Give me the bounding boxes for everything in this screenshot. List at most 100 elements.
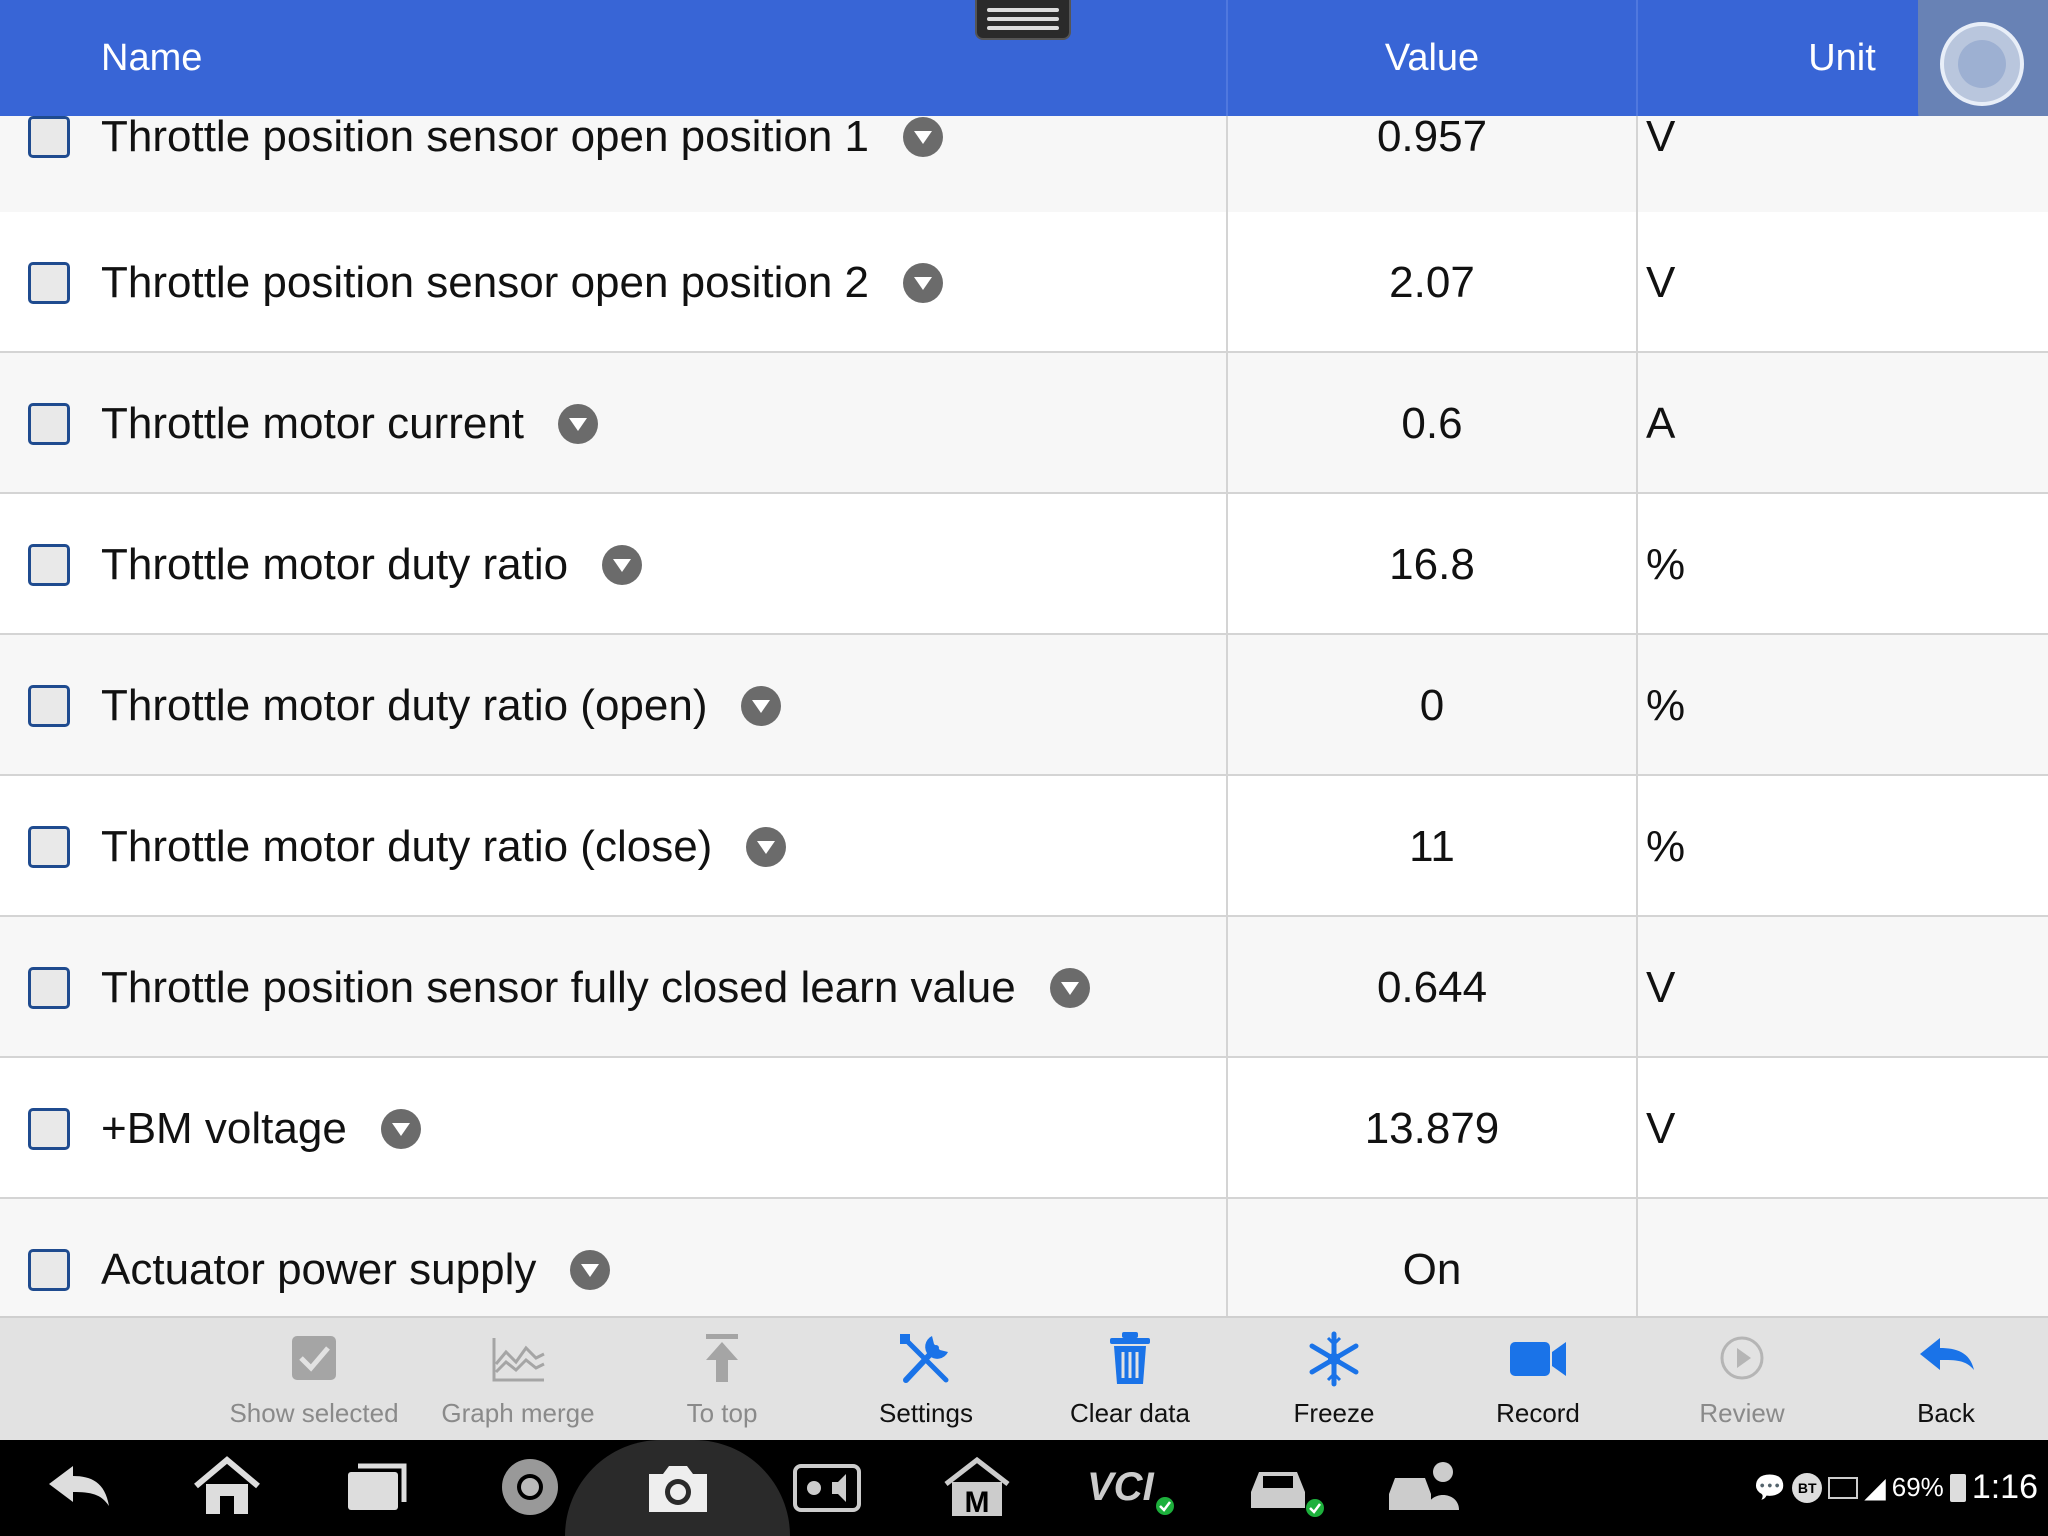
- svg-text:M: M: [965, 1486, 990, 1519]
- row-unit: V: [1646, 963, 1676, 1012]
- table-row[interactable]: Actuator power supply On: [0, 1199, 2048, 1316]
- trash-icon: [1110, 1332, 1150, 1384]
- dropdown-icon[interactable]: [602, 545, 643, 585]
- row-name: Throttle motor duty ratio: [101, 538, 643, 592]
- row-value: 13.879: [1364, 1104, 1500, 1153]
- home-icon[interactable]: [192, 1454, 262, 1520]
- row-checkbox[interactable]: [28, 116, 70, 158]
- row-value: 2.07: [1389, 258, 1475, 307]
- table-row[interactable]: +BM voltage 13.879 V: [0, 1058, 2048, 1199]
- row-checkbox[interactable]: [28, 544, 70, 586]
- clear-data-button[interactable]: Clear data: [1030, 1318, 1230, 1442]
- dropdown-icon[interactable]: [570, 1250, 611, 1290]
- row-unit: %: [1646, 822, 1686, 871]
- row-checkbox[interactable]: [28, 826, 70, 868]
- row-value: 0.6: [1401, 399, 1463, 448]
- dropdown-icon[interactable]: [1049, 968, 1090, 1008]
- review-button[interactable]: Review: [1642, 1318, 1842, 1442]
- row-checkbox[interactable]: [28, 685, 70, 727]
- maxifix-icon[interactable]: M: [942, 1454, 1012, 1520]
- action-toolbar: Show selected Graph merge To top Setting…: [0, 1316, 2048, 1440]
- recent-apps-icon[interactable]: [342, 1454, 412, 1520]
- dropdown-icon[interactable]: [903, 263, 944, 303]
- screen-icon: [1828, 1476, 1859, 1499]
- row-unit: A: [1646, 399, 1676, 448]
- data-stream-table[interactable]: Throttle position sensor open position 1…: [0, 116, 2048, 1316]
- row-unit: V: [1646, 1104, 1676, 1153]
- vehicle-icon[interactable]: [1245, 1454, 1325, 1520]
- freeze-button[interactable]: Freeze: [1234, 1318, 1434, 1442]
- row-name: Throttle position sensor open position 1: [101, 116, 944, 164]
- row-value: 11: [1409, 822, 1455, 871]
- dropdown-icon[interactable]: [903, 117, 944, 157]
- row-checkbox[interactable]: [28, 403, 70, 445]
- dropdown-icon[interactable]: [558, 404, 599, 444]
- play-circle-icon: [1720, 1336, 1764, 1380]
- table-row[interactable]: Throttle position sensor fully closed le…: [0, 917, 2048, 1058]
- browser-icon[interactable]: [495, 1454, 565, 1520]
- camera-icon[interactable]: [643, 1454, 713, 1520]
- freeze-label: Freeze: [1293, 1398, 1375, 1428]
- battery-percent: 69%: [1891, 1472, 1944, 1502]
- table-row[interactable]: Throttle motor duty ratio (open) 0 %: [0, 635, 2048, 776]
- row-checkbox[interactable]: [28, 1108, 70, 1150]
- column-header-name: Name: [101, 37, 203, 79]
- column-header-value: Value: [1384, 37, 1480, 79]
- graph-icon: [492, 1338, 545, 1382]
- status-area: 💬 BT ◢ 69% 1:16: [1754, 1468, 2038, 1507]
- back-arrow-icon: [1920, 1338, 1974, 1370]
- row-checkbox[interactable]: [28, 262, 70, 304]
- snowflake-icon: [1309, 1331, 1359, 1387]
- video-camera-icon: [1510, 1342, 1566, 1376]
- dropdown-icon[interactable]: [741, 686, 782, 726]
- settings-button[interactable]: Settings: [826, 1318, 1026, 1442]
- arrow-up-icon: [706, 1334, 738, 1382]
- record-label: Record: [1496, 1398, 1580, 1428]
- row-value: 0.644: [1376, 963, 1488, 1012]
- show-selected-button[interactable]: Show selected: [214, 1318, 414, 1442]
- graph-merge-label: Graph merge: [441, 1398, 595, 1428]
- row-unit: %: [1646, 540, 1686, 589]
- record-button[interactable]: Record: [1438, 1318, 1638, 1442]
- table-row[interactable]: Throttle motor duty ratio (close) 11 %: [0, 776, 2048, 917]
- drag-handle[interactable]: [975, 0, 1071, 40]
- table-row[interactable]: Throttle position sensor open position 2…: [0, 212, 2048, 353]
- row-name: Throttle position sensor open position 2: [101, 256, 944, 310]
- circle-icon: [1940, 22, 2024, 106]
- row-name: Throttle motor duty ratio (open): [101, 679, 782, 733]
- back-icon[interactable]: [45, 1454, 115, 1520]
- row-value: 0.957: [1376, 116, 1488, 161]
- table-row[interactable]: Throttle motor duty ratio 16.8 %: [0, 494, 2048, 635]
- row-name: +BM voltage: [101, 1102, 421, 1156]
- to-top-label: To top: [686, 1398, 758, 1428]
- row-name: Throttle position sensor fully closed le…: [101, 961, 1090, 1015]
- row-checkbox[interactable]: [28, 967, 70, 1009]
- row-value: 16.8: [1389, 540, 1475, 589]
- to-top-button[interactable]: To top: [622, 1318, 822, 1442]
- tools-icon: [900, 1334, 949, 1383]
- back-button[interactable]: Back: [1846, 1318, 2046, 1442]
- remote-expert-icon[interactable]: [1385, 1454, 1465, 1520]
- dropdown-icon[interactable]: [380, 1109, 421, 1149]
- show-selected-label: Show selected: [229, 1398, 399, 1428]
- clear-data-label: Clear data: [1070, 1398, 1190, 1428]
- vci-icon[interactable]: VCI: [1085, 1454, 1175, 1520]
- bluetooth-icon: BT: [1792, 1472, 1823, 1503]
- row-value: On: [1402, 1245, 1462, 1294]
- row-name: Actuator power supply: [101, 1243, 611, 1297]
- back-label: Back: [1917, 1398, 1975, 1428]
- row-unit: %: [1646, 681, 1686, 730]
- chat-icon: 💬: [1753, 1472, 1787, 1502]
- settings-label: Settings: [879, 1398, 973, 1428]
- row-name: Throttle motor duty ratio (close): [101, 820, 787, 874]
- table-row[interactable]: Throttle motor current 0.6 A: [0, 353, 2048, 494]
- floating-assist-button[interactable]: [1918, 0, 2048, 128]
- row-checkbox[interactable]: [28, 1249, 70, 1291]
- graph-merge-button[interactable]: Graph merge: [418, 1318, 618, 1442]
- dropdown-icon[interactable]: [746, 827, 787, 867]
- system-bar: M VCI 💬 BT ◢ 69% 1:16: [0, 1440, 2048, 1536]
- row-unit: V: [1646, 258, 1676, 307]
- review-label: Review: [1699, 1398, 1785, 1428]
- row-unit: V: [1646, 116, 1676, 161]
- brightness-volume-icon[interactable]: [792, 1454, 862, 1520]
